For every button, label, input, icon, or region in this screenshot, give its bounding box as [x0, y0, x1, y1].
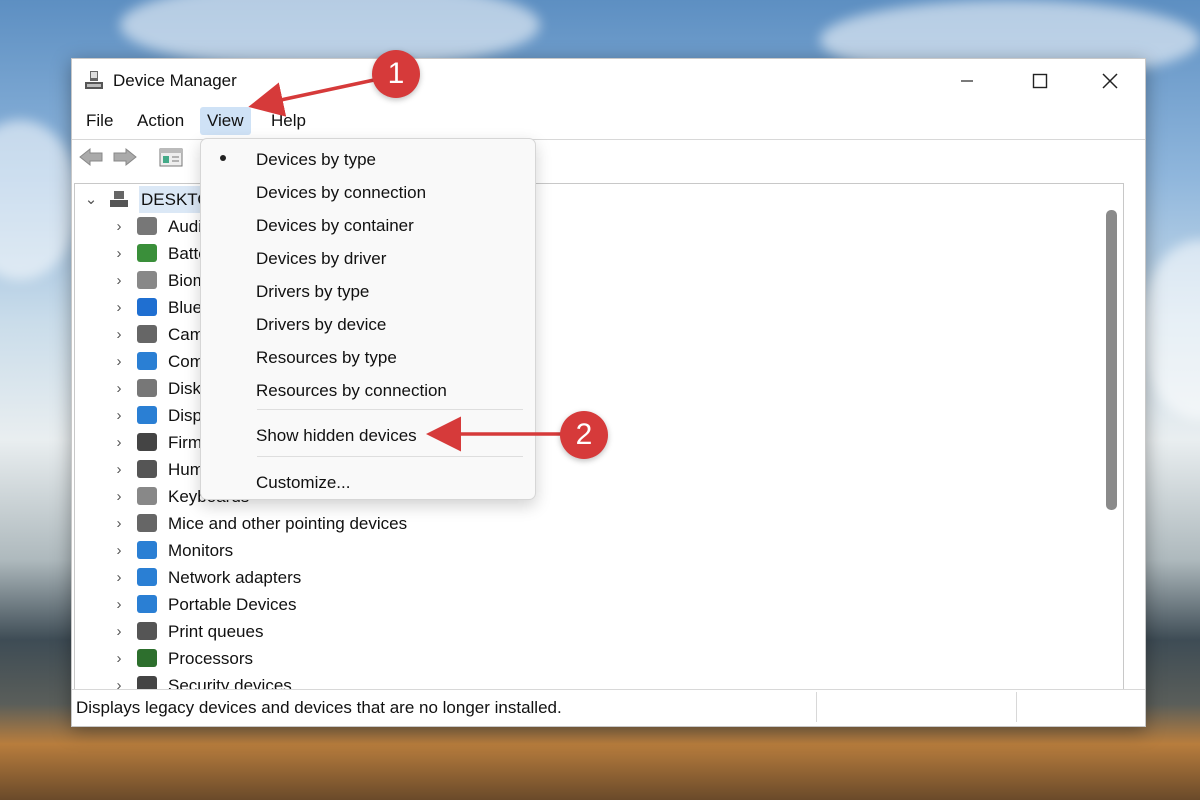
annotation-badge-2: 2 — [560, 411, 608, 459]
annotation-badge-1: 1 — [372, 50, 420, 98]
annotation-arrow — [248, 78, 375, 117]
annotation-layer — [248, 78, 562, 452]
